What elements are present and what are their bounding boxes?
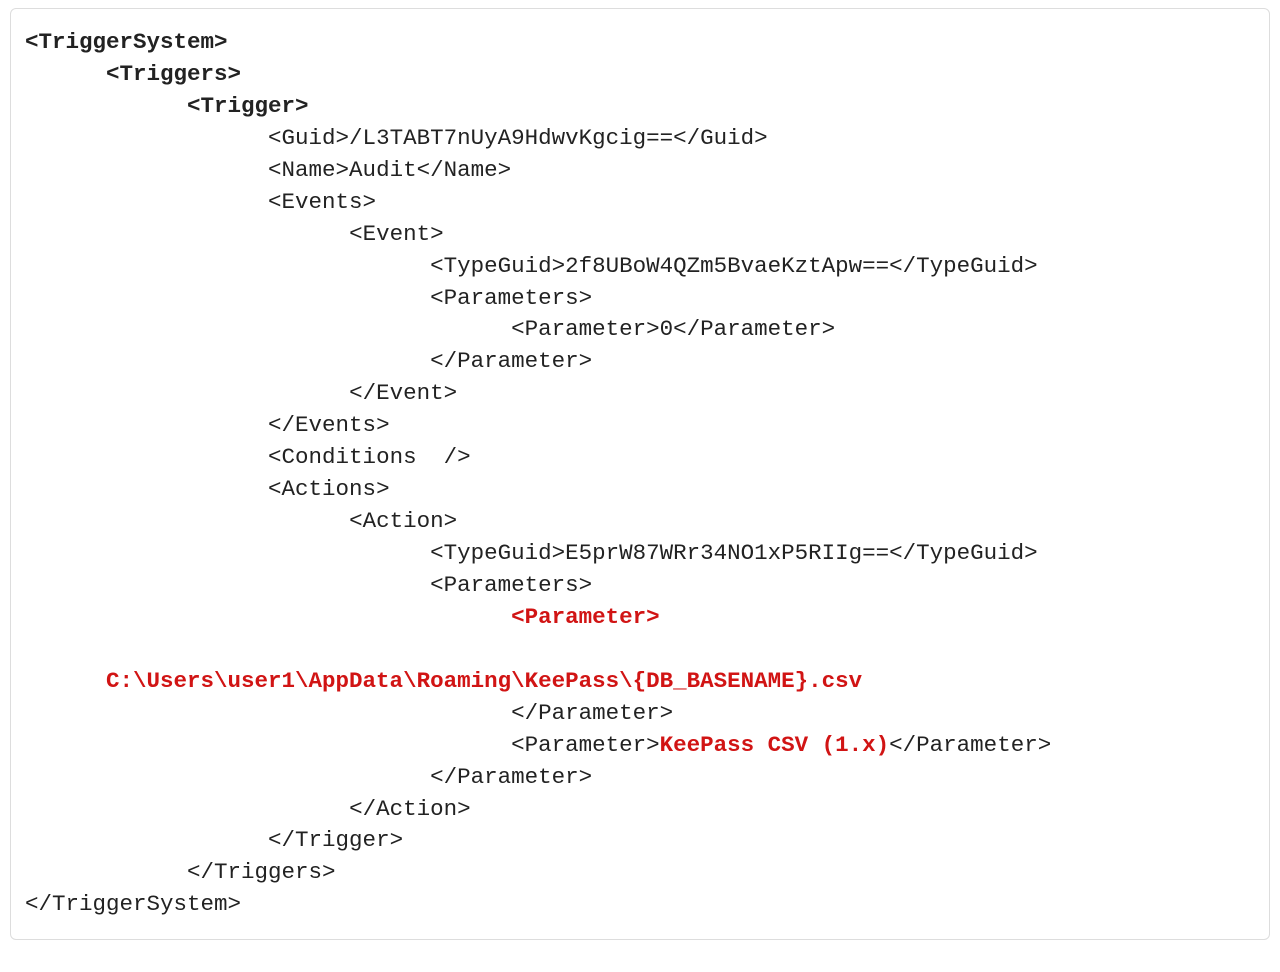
code-segment: <Parameter>0</Parameter> bbox=[511, 316, 835, 342]
code-segment: KeePass CSV (1.x) bbox=[660, 732, 890, 758]
indent bbox=[25, 157, 268, 183]
indent bbox=[25, 189, 268, 215]
code-line: <Parameter> bbox=[25, 602, 1255, 634]
indent bbox=[25, 540, 430, 566]
code-segment: <Guid>/L3TABT7nUyA9HdwvKgcig==</Guid> bbox=[268, 125, 768, 151]
code-line: </Parameter> bbox=[25, 346, 1255, 378]
code-segment: <Name>Audit</Name> bbox=[268, 157, 511, 183]
indent bbox=[25, 827, 268, 853]
indent bbox=[25, 316, 511, 342]
code-segment: <Event> bbox=[349, 221, 444, 247]
code-segment: <TypeGuid>E5prW87WRr34NO1xP5RIIg==</Type… bbox=[430, 540, 1038, 566]
code-line: C:\Users\user1\AppData\Roaming\KeePass\{… bbox=[25, 666, 1255, 698]
code-line: <Triggers> bbox=[25, 59, 1255, 91]
code-segment: <Parameter> bbox=[511, 604, 660, 630]
indent bbox=[25, 253, 430, 279]
indent bbox=[25, 508, 349, 534]
indent bbox=[25, 380, 349, 406]
indent bbox=[25, 125, 268, 151]
code-segment: </Parameter> bbox=[430, 764, 592, 790]
indent bbox=[25, 476, 268, 502]
code-line: <Parameter>0</Parameter> bbox=[25, 314, 1255, 346]
code-segment: </Triggers> bbox=[187, 859, 336, 885]
code-segment: </Parameter> bbox=[889, 732, 1051, 758]
code-line: <Event> bbox=[25, 219, 1255, 251]
code-line: <Trigger> bbox=[25, 91, 1255, 123]
code-segment: <Trigger> bbox=[187, 93, 309, 119]
code-segment: <Conditions /> bbox=[268, 444, 471, 470]
code-segment: </TriggerSystem> bbox=[25, 891, 241, 917]
indent bbox=[25, 285, 430, 311]
indent bbox=[25, 700, 511, 726]
indent bbox=[25, 61, 106, 87]
code-segment: <TriggerSystem> bbox=[25, 29, 228, 55]
code-line bbox=[25, 634, 1255, 666]
code-line: <TypeGuid>E5prW87WRr34NO1xP5RIIg==</Type… bbox=[25, 538, 1255, 570]
code-line: <Name>Audit</Name> bbox=[25, 155, 1255, 187]
code-line: </Trigger> bbox=[25, 825, 1255, 857]
code-segment: <Parameter> bbox=[511, 732, 660, 758]
code-segment: </Events> bbox=[268, 412, 390, 438]
code-segment: <TypeGuid>2f8UBoW4QZm5BvaeKztApw==</Type… bbox=[430, 253, 1038, 279]
code-segment: </Parameter> bbox=[430, 348, 592, 374]
code-line: <TypeGuid>2f8UBoW4QZm5BvaeKztApw==</Type… bbox=[25, 251, 1255, 283]
indent bbox=[25, 572, 430, 598]
code-line: <Parameters> bbox=[25, 283, 1255, 315]
code-line: <Actions> bbox=[25, 474, 1255, 506]
code-line: <Parameters> bbox=[25, 570, 1255, 602]
code-line: <Conditions /> bbox=[25, 442, 1255, 474]
code-segment: </Event> bbox=[349, 380, 457, 406]
code-line: </Action> bbox=[25, 794, 1255, 826]
code-segment bbox=[25, 636, 39, 662]
indent bbox=[25, 348, 430, 374]
indent bbox=[25, 859, 187, 885]
code-line: </TriggerSystem> bbox=[25, 889, 1255, 921]
indent bbox=[25, 668, 106, 694]
code-segment: </Trigger> bbox=[268, 827, 403, 853]
indent bbox=[25, 412, 268, 438]
code-line: </Events> bbox=[25, 410, 1255, 442]
code-segment: </Parameter> bbox=[511, 700, 673, 726]
indent bbox=[25, 444, 268, 470]
code-line: <Events> bbox=[25, 187, 1255, 219]
indent bbox=[25, 796, 349, 822]
indent bbox=[25, 93, 187, 119]
indent bbox=[25, 604, 511, 630]
code-line: </Parameter> bbox=[25, 762, 1255, 794]
code-line: </Triggers> bbox=[25, 857, 1255, 889]
code-segment: </Action> bbox=[349, 796, 471, 822]
indent bbox=[25, 732, 511, 758]
code-segment: <Triggers> bbox=[106, 61, 241, 87]
code-segment: <Events> bbox=[268, 189, 376, 215]
code-segment: <Parameters> bbox=[430, 572, 592, 598]
indent bbox=[25, 764, 430, 790]
code-block-frame: <TriggerSystem> <Triggers> <Trigger> <Gu… bbox=[10, 8, 1270, 940]
xml-code: <TriggerSystem> <Triggers> <Trigger> <Gu… bbox=[25, 27, 1255, 921]
code-line: <Parameter>KeePass CSV (1.x)</Parameter> bbox=[25, 730, 1255, 762]
code-line: </Parameter> bbox=[25, 698, 1255, 730]
code-segment: C:\Users\user1\AppData\Roaming\KeePass\{… bbox=[106, 668, 862, 694]
code-line: <Guid>/L3TABT7nUyA9HdwvKgcig==</Guid> bbox=[25, 123, 1255, 155]
code-segment: <Parameters> bbox=[430, 285, 592, 311]
code-line: </Event> bbox=[25, 378, 1255, 410]
code-segment: <Actions> bbox=[268, 476, 390, 502]
code-segment: <Action> bbox=[349, 508, 457, 534]
code-line: <Action> bbox=[25, 506, 1255, 538]
code-line: <TriggerSystem> bbox=[25, 27, 1255, 59]
indent bbox=[25, 221, 349, 247]
